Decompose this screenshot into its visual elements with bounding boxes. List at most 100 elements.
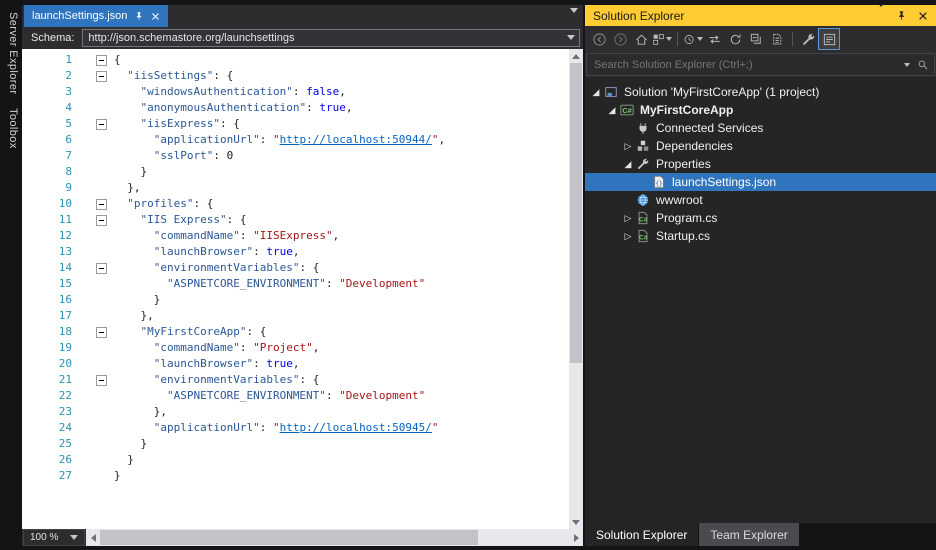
code-text: "applicationUrl": "http://localhost:5094… <box>112 420 439 436</box>
search-field[interactable] <box>586 53 935 76</box>
fold-collapse-control[interactable] <box>96 52 112 68</box>
properties-button[interactable] <box>798 29 818 49</box>
code-line[interactable]: 18 "MyFirstCoreApp": { <box>22 324 569 340</box>
window-position-button[interactable] <box>877 5 885 25</box>
tree-item[interactable]: ▷ C# Startup.cs <box>585 227 936 245</box>
code-line[interactable]: 17 }, <box>22 308 569 324</box>
close-icon[interactable] <box>918 11 928 21</box>
tree-item-label: Startup.cs <box>656 229 711 243</box>
scroll-left-button[interactable] <box>86 530 100 545</box>
forward-button[interactable] <box>610 29 630 49</box>
tree-item[interactable]: ◢ C# MyFirstCoreApp <box>585 101 936 119</box>
solution-explorer-title-bar[interactable]: Solution Explorer <box>585 5 936 26</box>
collapse-minus-icon[interactable] <box>96 70 107 82</box>
code-line[interactable]: 1{ <box>22 52 569 68</box>
zoom-selector[interactable]: 100 % <box>23 529 85 546</box>
schema-combobox[interactable]: http://json.schemastore.org/launchsettin… <box>82 29 580 47</box>
tree-item[interactable]: ◢ Properties <box>585 155 936 173</box>
collapsed-expander-icon[interactable]: ▷ <box>621 209 635 227</box>
horizontal-scrollbar-thumb[interactable] <box>100 530 478 545</box>
collapse-minus-icon[interactable] <box>96 374 107 386</box>
search-input[interactable] <box>592 57 897 72</box>
editor-horizontal-scrollbar[interactable] <box>86 529 583 546</box>
vertical-scrollbar-thumb[interactable] <box>570 63 582 363</box>
code-line[interactable]: 16 } <box>22 292 569 308</box>
code-line[interactable]: 23 }, <box>22 404 569 420</box>
code-line[interactable]: 12 "commandName": "IISExpress", <box>22 228 569 244</box>
code-line[interactable]: 25 } <box>22 436 569 452</box>
code-line[interactable]: 27} <box>22 468 569 484</box>
code-line[interactable]: 9 }, <box>22 180 569 196</box>
code-line[interactable]: 15 "ASPNETCORE_ENVIRONMENT": "Developmen… <box>22 276 569 292</box>
collapse-all-button[interactable] <box>746 29 766 49</box>
collapse-minus-icon[interactable] <box>96 262 107 274</box>
code-line[interactable]: 2 "iisSettings": { <box>22 68 569 84</box>
tool-window-tab-solution-explorer[interactable]: Solution Explorer <box>585 523 699 546</box>
code-line[interactable]: 4 "anonymousAuthentication": true, <box>22 100 569 116</box>
code-line[interactable]: 10 "profiles": { <box>22 196 569 212</box>
code-line[interactable]: 8 } <box>22 164 569 180</box>
collapse-minus-icon[interactable] <box>96 118 107 130</box>
collapse-minus-icon[interactable] <box>96 198 107 210</box>
pin-icon[interactable] <box>896 10 907 21</box>
code-line[interactable]: 22 "ASPNETCORE_ENVIRONMENT": "Developmen… <box>22 388 569 404</box>
sync-with-active-document-button[interactable] <box>704 29 724 49</box>
fold-collapse-control[interactable] <box>96 196 112 212</box>
collapse-minus-icon[interactable] <box>96 326 107 338</box>
code-line[interactable]: 19 "commandName": "Project", <box>22 340 569 356</box>
show-all-files-button[interactable] <box>767 29 787 49</box>
collapsed-expander-icon[interactable]: ▷ <box>621 137 635 155</box>
back-button[interactable] <box>589 29 609 49</box>
expanded-expander-icon[interactable]: ◢ <box>621 155 635 173</box>
code-line[interactable]: 21 "environmentVariables": { <box>22 372 569 388</box>
fold-collapse-control[interactable] <box>96 372 112 388</box>
chevron-down-icon[interactable] <box>904 62 910 67</box>
code-line[interactable]: 11 "IIS Express": { <box>22 212 569 228</box>
scroll-down-button[interactable] <box>569 515 583 529</box>
tree-item[interactable]: ▷ C# Program.cs <box>585 209 936 227</box>
code-line[interactable]: 26 } <box>22 452 569 468</box>
fold-collapse-control[interactable] <box>96 212 112 228</box>
code-line[interactable]: 13 "launchBrowser": true, <box>22 244 569 260</box>
refresh-button[interactable] <box>725 29 745 49</box>
code-line[interactable]: 7 "sslPort": 0 <box>22 148 569 164</box>
history-button[interactable] <box>683 29 703 49</box>
side-tab-server-explorer[interactable]: Server Explorer <box>3 12 19 94</box>
scroll-right-button[interactable] <box>569 530 583 545</box>
switch-views-button[interactable] <box>652 29 672 49</box>
code-line[interactable]: 24 "applicationUrl": "http://localhost:5… <box>22 420 569 436</box>
editor-vertical-scrollbar[interactable] <box>569 49 583 529</box>
collapse-minus-icon[interactable] <box>96 54 107 66</box>
code-line[interactable]: 5 "iisExpress": { <box>22 116 569 132</box>
side-tab-toolbox[interactable]: Toolbox <box>3 108 19 149</box>
code-hyperlink[interactable]: http://localhost:50945/ <box>280 421 432 434</box>
preview-selected-items-button[interactable] <box>818 28 840 50</box>
code-hyperlink[interactable]: http://localhost:50944/ <box>280 133 432 146</box>
pin-icon[interactable] <box>134 11 144 21</box>
fold-collapse-control[interactable] <box>96 324 112 340</box>
home-button[interactable] <box>631 29 651 49</box>
tree-item[interactable]: wwwroot <box>585 191 936 209</box>
tree-item[interactable]: {} launchSettings.json <box>585 173 936 191</box>
tool-window-tab-team-explorer[interactable]: Team Explorer <box>699 523 799 546</box>
expanded-expander-icon[interactable]: ◢ <box>589 83 603 101</box>
code-area[interactable]: 1{2 "iisSettings": {3 "windowsAuthentica… <box>22 49 569 529</box>
code-line[interactable]: 14 "environmentVariables": { <box>22 260 569 276</box>
fold-collapse-control[interactable] <box>96 116 112 132</box>
collapsed-expander-icon[interactable]: ▷ <box>621 227 635 245</box>
code-line[interactable]: 3 "windowsAuthentication": false, <box>22 84 569 100</box>
fold-collapse-control[interactable] <box>96 68 112 84</box>
close-icon[interactable] <box>151 12 160 21</box>
code-line[interactable]: 20 "launchBrowser": true, <box>22 356 569 372</box>
code-token: "IIS Express" <box>140 213 227 226</box>
tree-item[interactable]: Connected Services <box>585 119 936 137</box>
expanded-expander-icon[interactable]: ◢ <box>605 101 619 119</box>
code-line[interactable]: 6 "applicationUrl": "http://localhost:50… <box>22 132 569 148</box>
fold-collapse-control[interactable] <box>96 260 112 276</box>
collapse-minus-icon[interactable] <box>96 214 107 226</box>
tree-item[interactable]: ▷ Dependencies <box>585 137 936 155</box>
tree-item[interactable]: ◢ Solution 'MyFirstCoreApp' (1 project) <box>585 83 936 101</box>
tab-launchsettings-json[interactable]: launchSettings.json <box>24 5 169 27</box>
tree-item-label: Connected Services <box>656 121 764 135</box>
scroll-up-button[interactable] <box>569 49 583 63</box>
